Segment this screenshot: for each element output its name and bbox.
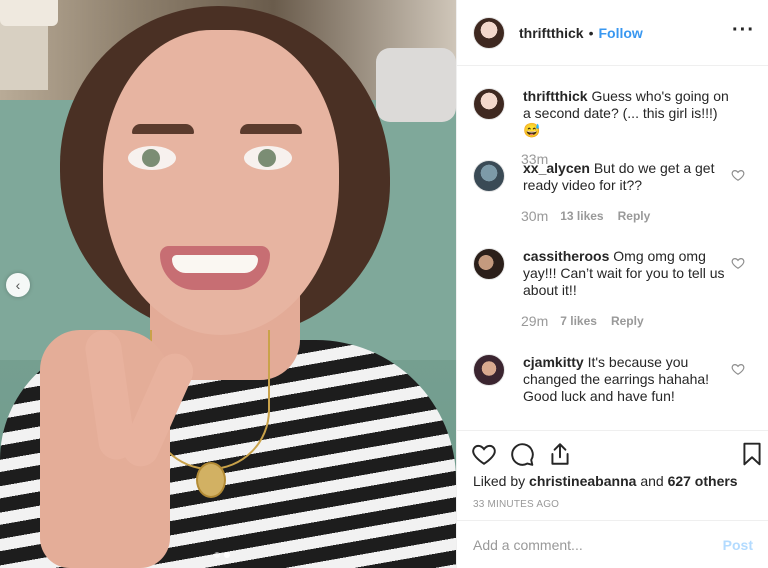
caption-body: thriftthick Guess who's going on a secon… xyxy=(523,88,735,139)
heart-icon[interactable] xyxy=(731,362,745,376)
comment-icon[interactable] xyxy=(509,441,535,467)
comment-username[interactable]: cjamkitty xyxy=(523,354,584,370)
post-timestamp[interactable]: 33 MINUTES AGO xyxy=(473,499,559,510)
avatar[interactable] xyxy=(473,248,505,280)
heart-icon[interactable] xyxy=(731,256,745,270)
heart-icon[interactable] xyxy=(731,168,745,182)
post-author-username[interactable]: thriftthick xyxy=(519,25,584,41)
chevron-left-icon[interactable]: ‹ xyxy=(6,273,30,297)
photo-lamp-shade xyxy=(0,0,58,26)
photo-left-brow xyxy=(132,124,194,134)
comment-meta: 30m 13 likes Reply xyxy=(521,208,761,224)
comment-time[interactable]: 30m xyxy=(521,208,548,224)
add-comment-bar: Post xyxy=(457,520,768,568)
comment-body: cjamkitty It's because you changed the e… xyxy=(523,354,735,405)
photo-left-iris xyxy=(142,149,160,167)
carousel-dots xyxy=(214,552,230,558)
avatar[interactable] xyxy=(473,160,505,192)
heart-icon[interactable] xyxy=(471,441,497,467)
post-actions: Liked by christineabanna and 627 others … xyxy=(457,430,768,520)
liked-by-others[interactable]: 627 others xyxy=(668,473,738,489)
photo-necklace-pendant xyxy=(196,462,226,498)
avatar[interactable] xyxy=(473,16,505,49)
list-item: cassitheroos Omg omg omg yay!!! Can’t wa… xyxy=(473,248,761,329)
comment-username[interactable]: xx_alycen xyxy=(523,160,590,176)
reply-button[interactable]: Reply xyxy=(618,209,651,223)
liked-by-user[interactable]: christineabanna xyxy=(529,473,636,489)
comment-likes[interactable]: 7 likes xyxy=(560,314,597,328)
comments-list[interactable]: thriftthick Guess who's going on a secon… xyxy=(457,66,768,430)
list-item: xx_alycen But do we get a get ready vide… xyxy=(473,160,761,224)
list-item: cjamkitty It's because you changed the e… xyxy=(473,354,761,405)
caption-username[interactable]: thriftthick xyxy=(523,88,588,104)
comment-body: xx_alycen But do we get a get ready vide… xyxy=(523,160,735,194)
liked-by-and: and xyxy=(640,473,664,489)
bookmark-icon[interactable] xyxy=(739,441,765,467)
photo-right-brow xyxy=(240,124,302,134)
comment-time[interactable]: 29m xyxy=(521,313,548,329)
photo-teeth xyxy=(172,255,258,273)
avatar[interactable] xyxy=(473,88,505,120)
comment-meta: 29m 7 likes Reply xyxy=(521,313,761,329)
header-separator: • xyxy=(588,24,594,41)
photo-right-eye xyxy=(244,146,292,170)
photo-right-iris xyxy=(258,149,276,167)
liked-by-prefix: Liked by xyxy=(473,473,526,489)
avatar[interactable] xyxy=(473,354,505,386)
comment-username[interactable]: cassitheroos xyxy=(523,248,609,264)
post-side-panel: thriftthick • Follow ··· thriftthick Gue… xyxy=(456,0,768,568)
follow-button[interactable]: Follow xyxy=(598,25,642,41)
post-header: thriftthick • Follow ··· xyxy=(457,0,768,66)
carousel-dot-active xyxy=(224,552,230,558)
photo-left-eye xyxy=(128,146,176,170)
post-photo[interactable]: ‹ xyxy=(0,0,456,568)
caption: thriftthick Guess who's going on a secon… xyxy=(473,88,761,167)
reply-button[interactable]: Reply xyxy=(611,314,644,328)
liked-by-line: Liked by christineabanna and 627 others xyxy=(473,473,738,489)
carousel-dot xyxy=(214,552,220,558)
comment-input[interactable] xyxy=(473,536,723,553)
comment-body: cassitheroos Omg omg omg yay!!! Can’t wa… xyxy=(523,248,735,299)
post-comment-button[interactable]: Post xyxy=(723,537,753,553)
comment-likes[interactable]: 13 likes xyxy=(560,209,603,223)
share-icon[interactable] xyxy=(547,441,573,467)
more-options-icon[interactable]: ··· xyxy=(732,20,755,40)
photo-pillow xyxy=(376,48,456,122)
